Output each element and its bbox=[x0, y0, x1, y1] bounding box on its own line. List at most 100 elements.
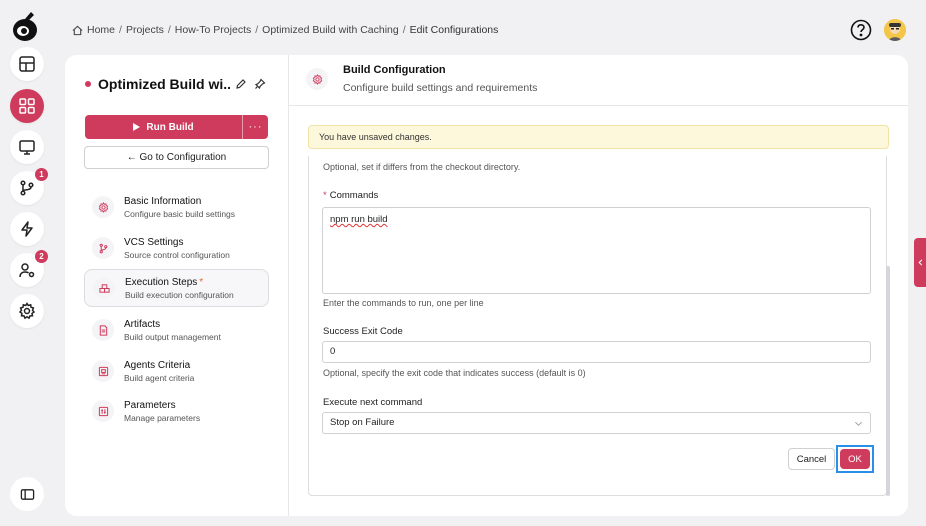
nav-text: VCS Settings Source control configuratio… bbox=[124, 237, 230, 260]
header-icon-wrap bbox=[306, 68, 328, 90]
form-scrollbar[interactable] bbox=[886, 266, 890, 496]
nav-subtitle: Build agent criteria bbox=[124, 372, 195, 383]
home-icon bbox=[72, 25, 83, 35]
play-icon bbox=[133, 123, 141, 131]
nav-subtitle: Build output management bbox=[124, 331, 221, 342]
nav-title: Agents Criteria bbox=[124, 359, 191, 371]
go-to-configuration-button[interactable]: ← Go to Configuration bbox=[84, 146, 269, 169]
rail-settings-button[interactable] bbox=[10, 294, 44, 328]
rail-triggers-button[interactable] bbox=[10, 212, 44, 246]
nav-basic-information[interactable]: Basic Information Configure basic build … bbox=[84, 188, 269, 226]
branch-icon bbox=[20, 180, 34, 196]
file-icon bbox=[99, 324, 107, 336]
nav-text: Agents Criteria Build agent criteria bbox=[124, 360, 194, 383]
step-edit-form: Optional, set if differs from the checko… bbox=[308, 156, 890, 496]
nav-title: Execution Steps * bbox=[125, 277, 234, 288]
nav-title: Basic Information bbox=[124, 195, 202, 207]
nav-parameters[interactable]: Parameters Manage parameters bbox=[84, 392, 269, 430]
build-title-row: Optimized Build wi... bbox=[85, 76, 230, 92]
chevron-left-icon bbox=[917, 259, 922, 266]
nav-vcs-settings[interactable]: VCS Settings Source control configuratio… bbox=[84, 229, 269, 267]
ok-button[interactable]: OK bbox=[840, 449, 870, 469]
pin-icon[interactable] bbox=[254, 78, 266, 90]
chevron-down-icon bbox=[855, 421, 862, 426]
rail-users-button[interactable]: 2 bbox=[10, 250, 48, 287]
nav-text: Execution Steps * Build execution configu… bbox=[125, 277, 234, 300]
nav-artifacts[interactable]: Artifacts Build output management bbox=[84, 311, 269, 349]
rail-projects-button[interactable] bbox=[10, 89, 44, 123]
content-subtitle: Configure build settings and requirement… bbox=[343, 82, 538, 94]
run-build-label: Run Build bbox=[146, 121, 194, 133]
breadcrumb-home[interactable]: Home bbox=[87, 24, 115, 36]
build-title: Optimized Build wi... bbox=[98, 76, 230, 92]
nav-icon-wrap bbox=[92, 319, 114, 341]
breadcrumb-projects[interactable]: Projects bbox=[126, 24, 164, 36]
branch-icon bbox=[99, 243, 107, 253]
nav-agents-criteria[interactable]: Agents Criteria Build agent criteria bbox=[84, 352, 269, 390]
configuration-content: Build Configuration Configure build sett… bbox=[289, 55, 908, 516]
breadcrumb-separator: / bbox=[167, 24, 171, 36]
toggle-sidebar-button[interactable] bbox=[10, 477, 44, 511]
user-avatar-icon bbox=[884, 19, 906, 41]
nav-text: Artifacts Build output management bbox=[124, 319, 221, 342]
sliders-icon bbox=[98, 406, 108, 416]
unsaved-changes-banner: You have unsaved changes. bbox=[308, 125, 889, 149]
nav-title: VCS Settings bbox=[124, 236, 184, 248]
nav-text: Basic Information Configure basic build … bbox=[124, 196, 235, 219]
help-icon[interactable] bbox=[850, 19, 872, 41]
commands-hint: Enter the commands to run, one per line bbox=[323, 298, 484, 308]
breadcrumb-separator: / bbox=[402, 24, 406, 36]
settings-icon bbox=[18, 302, 36, 320]
content-title: Build Configuration bbox=[343, 64, 446, 76]
bolt-icon bbox=[21, 221, 33, 237]
nav-title: Parameters bbox=[124, 399, 176, 411]
main-card: Optimized Build wi... Run Build ··· ← Go… bbox=[65, 55, 908, 516]
commands-value: npm run build bbox=[330, 214, 388, 225]
nav-icon-wrap bbox=[92, 360, 114, 382]
collapse-panel-tab[interactable] bbox=[914, 238, 926, 287]
exit-code-input[interactable]: 0 bbox=[322, 341, 871, 363]
run-more-button[interactable]: ··· bbox=[243, 115, 268, 139]
rail-agents-button[interactable] bbox=[10, 130, 44, 164]
exit-code-hint: Optional, specify the exit code that ind… bbox=[323, 368, 586, 378]
breadcrumb-how-to-projects[interactable]: How-To Projects bbox=[175, 24, 251, 36]
nav-subtitle: Manage parameters bbox=[124, 412, 201, 423]
breadcrumb-separator: / bbox=[119, 24, 122, 36]
breadcrumb-current: Edit Configurations bbox=[409, 24, 499, 36]
nav-subtitle: Configure basic build settings bbox=[124, 208, 236, 219]
commands-textarea[interactable]: npm run build bbox=[322, 207, 871, 294]
nav-subtitle: Source control configuration bbox=[124, 249, 230, 260]
edit-icon[interactable] bbox=[235, 78, 247, 90]
exit-code-label: Success Exit Code bbox=[323, 326, 403, 337]
commands-label-text: Commands bbox=[329, 190, 379, 201]
configuration-sidebar: Optimized Build wi... Run Build ··· ← Go… bbox=[65, 55, 289, 516]
agent-icon bbox=[98, 366, 108, 376]
checkout-dir-hint: Optional, set if differs from the checko… bbox=[323, 162, 521, 172]
rail-vcs-button[interactable]: 1 bbox=[10, 168, 48, 205]
run-build-button[interactable]: Run Build bbox=[85, 115, 243, 139]
nav-execution-steps[interactable]: Execution Steps * Build execution configu… bbox=[84, 269, 269, 307]
rail-dashboard-button[interactable] bbox=[10, 47, 44, 81]
required-marker: * bbox=[199, 276, 204, 288]
nav-icon-wrap bbox=[92, 400, 114, 422]
nav-text: Parameters Manage parameters bbox=[124, 400, 200, 423]
cancel-button[interactable]: Cancel bbox=[788, 448, 835, 470]
commands-label: * Commands bbox=[323, 190, 378, 201]
run-build-split-button: Run Build ··· bbox=[85, 115, 268, 139]
avatar[interactable] bbox=[884, 19, 906, 41]
nav-subtitle: Build execution configuration bbox=[125, 289, 234, 300]
nav-icon-wrap bbox=[92, 237, 114, 259]
grid-icon bbox=[19, 98, 35, 114]
user-gear-icon bbox=[19, 263, 35, 278]
breadcrumb-build[interactable]: Optimized Build with Caching bbox=[262, 24, 399, 36]
app-logo-icon[interactable] bbox=[11, 10, 41, 42]
steps-icon bbox=[98, 283, 110, 293]
nav-title: Artifacts bbox=[124, 318, 161, 330]
left-rail: 1 2 bbox=[0, 0, 54, 526]
monitor-icon bbox=[19, 140, 35, 155]
dashboard-icon bbox=[19, 56, 35, 72]
rail-badge: 2 bbox=[35, 250, 48, 263]
nav-icon-wrap bbox=[93, 277, 115, 299]
next-command-select[interactable]: Stop on Failure bbox=[322, 412, 871, 434]
status-dot bbox=[85, 81, 91, 87]
